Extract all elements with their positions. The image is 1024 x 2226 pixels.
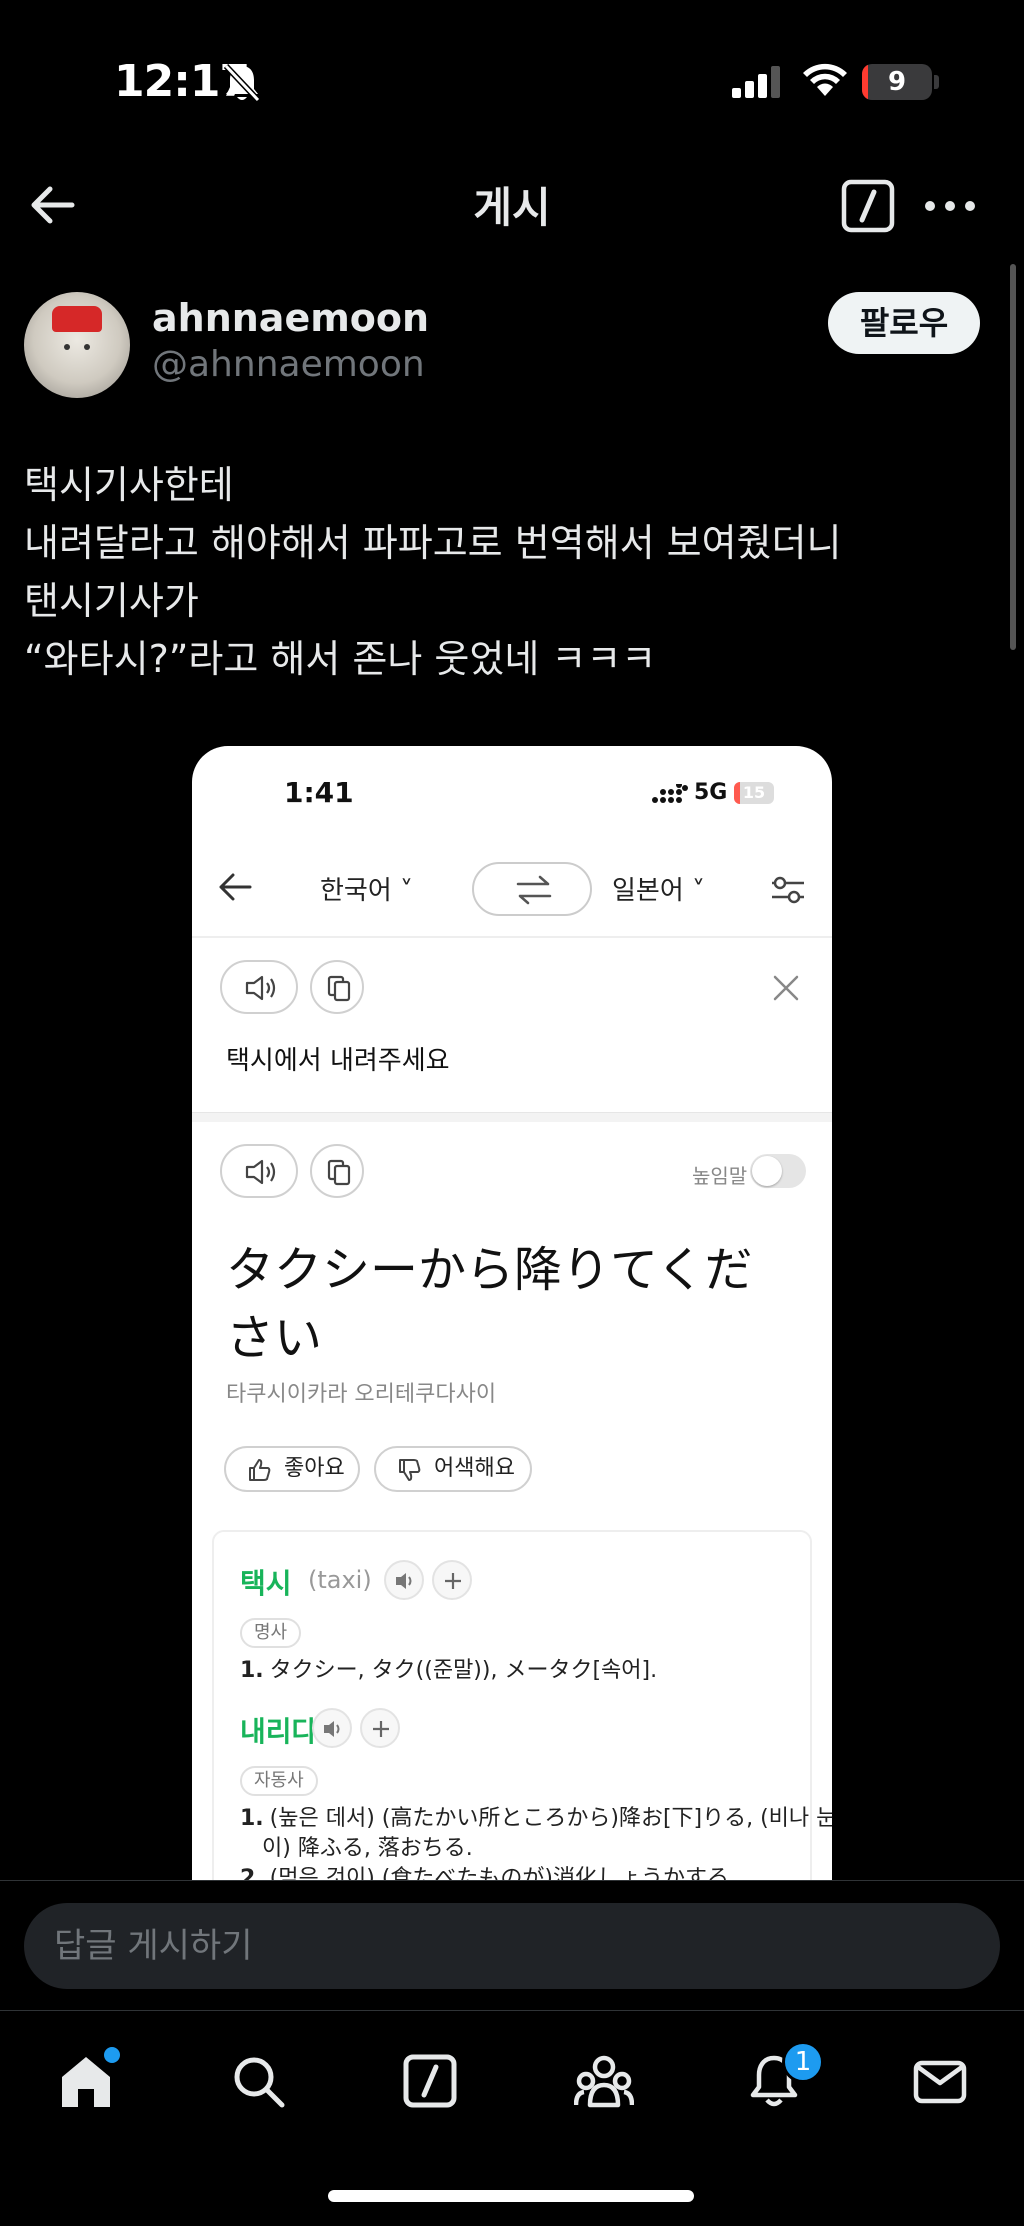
image-back-arrow-icon bbox=[218, 872, 252, 906]
image-result-text: タクシーから降りてくだ さい bbox=[226, 1236, 786, 1372]
dict-add-icon bbox=[432, 1560, 472, 1600]
image-honorific-toggle bbox=[750, 1154, 806, 1188]
avatar[interactable] bbox=[24, 292, 130, 398]
home-icon[interactable] bbox=[46, 2041, 126, 2121]
image-like-button: 좋아요 bbox=[224, 1446, 360, 1492]
post-text: 택시기사한테 내려달라고 해야해서 파파고로 번역해서 보여줬더니 탠시기사가 … bbox=[24, 456, 984, 688]
top-header: 게시 bbox=[0, 160, 1024, 260]
image-input-text: 택시에서 내려주세요 bbox=[226, 1046, 450, 1076]
speaker-icon bbox=[245, 1159, 276, 1185]
scrollbar[interactable] bbox=[1010, 264, 1016, 650]
image-translator-nav: 한국어 ˅ 일본어 ˅ bbox=[192, 842, 832, 938]
image-status-time: 1:41 bbox=[284, 776, 354, 809]
grok-icon[interactable] bbox=[390, 2041, 470, 2121]
dict-origin: (taxi) bbox=[308, 1566, 372, 1594]
image-pronunciation: 타쿠시이카라 오리테쿠다사이 bbox=[226, 1382, 497, 1407]
swap-icon bbox=[516, 875, 552, 905]
battery-level: 9 bbox=[887, 67, 907, 97]
avatar-eye-left bbox=[64, 344, 70, 350]
dict-def-text: タクシー, タク((준말)), メータク[속어]. bbox=[269, 1658, 658, 1683]
chevron-down-icon: ˅ bbox=[683, 876, 706, 906]
reply-input[interactable]: 답글 게시하기 bbox=[24, 1903, 1000, 1989]
more-icon[interactable] bbox=[922, 178, 978, 238]
image-speaker-button bbox=[220, 1144, 298, 1198]
thumbs-up-icon bbox=[249, 1459, 271, 1481]
image-divider bbox=[192, 1112, 832, 1122]
reply-bar: 답글 게시하기 bbox=[0, 1880, 1024, 2010]
compose-icon[interactable] bbox=[840, 178, 896, 238]
speaker-icon bbox=[245, 975, 276, 1001]
chevron-down-icon: ˅ bbox=[391, 876, 414, 906]
post-line: 탠시기사가 bbox=[24, 579, 199, 623]
post-line: 내려달라고 해야해서 파파고로 번역해서 보여줬더니 bbox=[24, 521, 842, 565]
home-unread-dot bbox=[104, 2047, 120, 2063]
image-swap-button bbox=[472, 862, 592, 916]
image-result-line: さい bbox=[226, 1310, 323, 1366]
notifications-icon[interactable]: 1 bbox=[734, 2041, 824, 2121]
dict-speaker-icon bbox=[312, 1708, 352, 1748]
thumbs-down-icon bbox=[399, 1459, 421, 1481]
image-result-line: タクシーから降りてくだ bbox=[226, 1242, 753, 1298]
dict-definition: 이) 降ふる, 落おちる. bbox=[262, 1834, 473, 1864]
home-indicator[interactable] bbox=[328, 2190, 694, 2202]
author-name[interactable]: ahnnaemoon bbox=[152, 296, 429, 340]
image-source-lang-label: 한국어 bbox=[320, 876, 392, 906]
communities-icon[interactable] bbox=[562, 2041, 642, 2121]
post-line: “와타시?”라고 해서 존나 웃었네 ㅋㅋㅋ bbox=[24, 637, 657, 681]
dict-word: 택시 bbox=[240, 1567, 292, 1600]
author-handle[interactable]: @ahnnaemoon bbox=[152, 344, 425, 385]
messages-icon[interactable] bbox=[900, 2041, 980, 2121]
image-honorific-label: 높임말 bbox=[692, 1164, 748, 1188]
image-network: 5G bbox=[694, 780, 728, 805]
image-target-lang-label: 일본어 bbox=[612, 876, 684, 906]
notifications-badge: 1 bbox=[782, 2041, 824, 2083]
dict-def-num: 2. bbox=[240, 1866, 264, 1880]
dict-def-num: 1. bbox=[240, 1658, 264, 1683]
wifi-icon bbox=[802, 62, 848, 102]
dict-word: 내리다 bbox=[240, 1715, 318, 1748]
image-battery-level: 15 bbox=[742, 783, 766, 802]
follow-button[interactable]: 팔로우 bbox=[828, 292, 980, 354]
avatar-hat bbox=[52, 306, 102, 332]
image-awkward-button: 어색해요 bbox=[374, 1446, 532, 1492]
dict-pos: 자동사 bbox=[240, 1766, 318, 1796]
dict-def-text: 이) 降ふる, 落おちる. bbox=[262, 1836, 473, 1861]
dict-add-icon bbox=[360, 1708, 400, 1748]
search-icon[interactable] bbox=[218, 2041, 298, 2121]
dict-pos: 명사 bbox=[240, 1618, 302, 1648]
signal-icon bbox=[732, 66, 784, 102]
image-speaker-button bbox=[220, 960, 298, 1014]
battery-tip bbox=[934, 75, 939, 89]
status-bar: 12:17 9 bbox=[0, 0, 1024, 160]
dict-def-num: 1. bbox=[240, 1806, 264, 1831]
image-dictionary-card: 택시 (taxi) 명사 1. タクシー, タク((준말)), メータク[속어].… bbox=[212, 1530, 832, 1880]
toggle-knob bbox=[752, 1156, 782, 1186]
image-signal-icon bbox=[652, 782, 688, 808]
copy-icon bbox=[327, 975, 351, 1002]
post-image[interactable]: 1:41 5G 15 한국어 ˅ 일본어 ˅ 택시에서 내려주세요 높임말 タク… bbox=[192, 746, 832, 1880]
dict-definition: 2. (먹은 것이) (食たべたものが)消化しょうかする. bbox=[240, 1864, 736, 1880]
image-settings-icon bbox=[770, 874, 806, 910]
image-battery-icon: 15 bbox=[734, 782, 774, 804]
image-source-lang: 한국어 ˅ bbox=[320, 870, 413, 907]
dict-def-text: (먹은 것이) (食たべたものが)消化しょうかする. bbox=[269, 1866, 736, 1880]
avatar-eye-right bbox=[84, 344, 90, 350]
dict-def-text: (높은 데서) (高たかい所ところから)降お[下]りる, (비나 눈 bbox=[269, 1806, 832, 1831]
image-copy-button bbox=[310, 1144, 364, 1198]
image-copy-button bbox=[310, 960, 364, 1014]
image-awkward-label: 어색해요 bbox=[434, 1456, 515, 1481]
copy-icon bbox=[327, 1159, 351, 1186]
image-like-label: 좋아요 bbox=[284, 1456, 345, 1481]
battery-icon: 9 bbox=[862, 64, 932, 100]
dict-definition: 1. (높은 데서) (高たかい所ところから)降お[下]りる, (비나 눈 bbox=[240, 1804, 832, 1834]
post-line: 택시기사한테 bbox=[24, 463, 234, 507]
image-target-lang: 일본어 ˅ bbox=[612, 870, 705, 907]
bell-slash-icon bbox=[222, 62, 262, 108]
dict-definition: 1. タクシー, タク((준말)), メータク[속어]. bbox=[240, 1656, 657, 1686]
dict-speaker-icon bbox=[384, 1560, 424, 1600]
image-close-icon bbox=[772, 974, 800, 1006]
